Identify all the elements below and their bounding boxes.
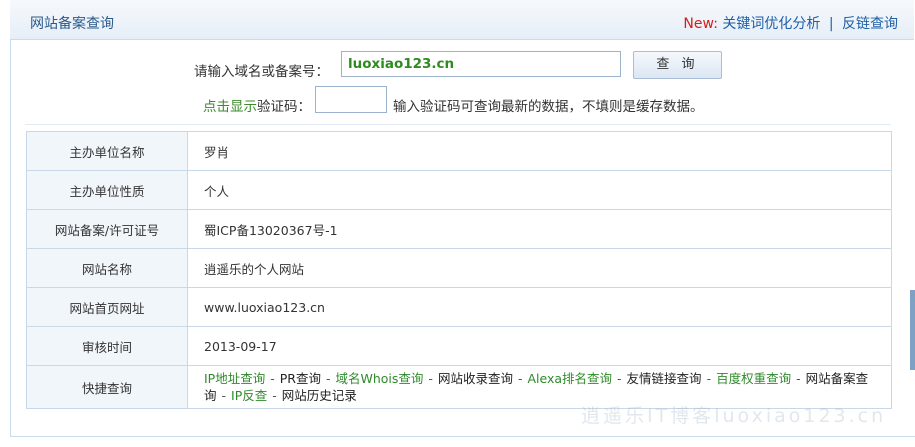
- domain-label: 请输入域名或备案号：: [194, 64, 329, 80]
- backlink-query-link[interactable]: 反链查询: [842, 16, 898, 32]
- watermark: 逍遥乐IT博客luoxiao123.cn: [581, 405, 887, 427]
- quick-link-separator: -: [428, 371, 433, 386]
- quick-link-separator: -: [617, 371, 622, 386]
- panel-bottom-border: [10, 436, 915, 437]
- row-key-homepage: 网站首页网址: [26, 287, 188, 327]
- header-links: New: 关键词优化分析 | 反链查询: [683, 13, 898, 33]
- row-value-organizer-type: 个人: [187, 170, 892, 210]
- query-button[interactable]: 查 询: [633, 51, 722, 79]
- quick-link-separator: -: [221, 388, 227, 403]
- new-tag: New:: [683, 16, 718, 32]
- table-row: 网站首页网址 www.luoxiao123.cn: [26, 287, 892, 327]
- row-value-site-name: 逍遥乐的个人网站: [187, 248, 892, 288]
- row-key-license: 网站备案/许可证号: [26, 209, 188, 249]
- table-row: 主办单位性质 个人: [26, 170, 892, 210]
- row-value-organizer: 罗肖: [187, 131, 892, 171]
- show-captcha-link[interactable]: 点击显示: [203, 99, 257, 115]
- header-separator: |: [828, 16, 834, 32]
- quick-link-separator: -: [270, 371, 275, 386]
- table-row: 网站备案/许可证号 蜀ICP备13020367号-1: [26, 209, 892, 249]
- quick-link-separator: -: [325, 371, 331, 386]
- captcha-input[interactable]: [315, 86, 387, 113]
- table-row: 网站名称 逍遥乐的个人网站: [26, 248, 892, 288]
- table-row: 主办单位名称 罗肖: [26, 131, 892, 171]
- quick-link-separator: -: [517, 371, 523, 386]
- captcha-label: 验证码：: [257, 99, 311, 115]
- row-key-site-name: 网站名称: [26, 248, 188, 288]
- quick-link[interactable]: 百度权重查询: [716, 371, 791, 386]
- table-row: 审核时间 2013-09-17: [26, 326, 892, 366]
- quick-link-separator: -: [272, 388, 277, 403]
- quick-link[interactable]: IP反查: [231, 388, 267, 403]
- divider: [25, 124, 891, 125]
- quick-link[interactable]: 网站历史记录: [282, 388, 357, 403]
- row-value-homepage: www.luoxiao123.cn: [187, 287, 892, 327]
- quick-link[interactable]: PR查询: [280, 371, 321, 386]
- quick-links: IP地址查询 - PR查询 - 域名Whois查询 - 网站收录查询 - Alexa排名查询 - 友…: [204, 370, 891, 404]
- quick-link[interactable]: 域名Whois查询: [336, 371, 424, 386]
- keyword-analysis-link[interactable]: 关键词优化分析: [722, 16, 820, 32]
- captcha-row-label: 点击显示验证码：: [203, 95, 311, 115]
- page-title: 网站备案查询: [30, 16, 114, 32]
- row-key-quick-query: 快捷查询: [26, 365, 188, 409]
- row-key-organizer: 主办单位名称: [26, 131, 188, 171]
- row-value-license: 蜀ICP备13020367号-1: [187, 209, 892, 249]
- quick-link-separator: -: [796, 371, 801, 386]
- quick-link[interactable]: 网站收录查询: [438, 371, 513, 386]
- row-key-review-date: 审核时间: [26, 326, 188, 366]
- row-value-review-date: 2013-09-17: [187, 326, 892, 366]
- captcha-hint: 输入验证码可查询最新的数据，不填则是缓存数据。: [393, 99, 704, 115]
- quick-link-separator: -: [706, 371, 712, 386]
- scrollbar-thumb[interactable]: [910, 290, 915, 370]
- quick-link[interactable]: 友情链接查询: [627, 371, 702, 386]
- row-key-organizer-type: 主办单位性质: [26, 170, 188, 210]
- panel-header: 网站备案查询 New: 关键词优化分析 | 反链查询: [10, 0, 914, 40]
- record-info-table: 主办单位名称 罗肖 主办单位性质 个人 网站备案/许可证号 蜀ICP备13020…: [26, 131, 892, 409]
- quick-link[interactable]: IP地址查询: [204, 371, 265, 386]
- quick-link[interactable]: Alexa排名查询: [527, 371, 612, 386]
- domain-input[interactable]: [341, 51, 621, 77]
